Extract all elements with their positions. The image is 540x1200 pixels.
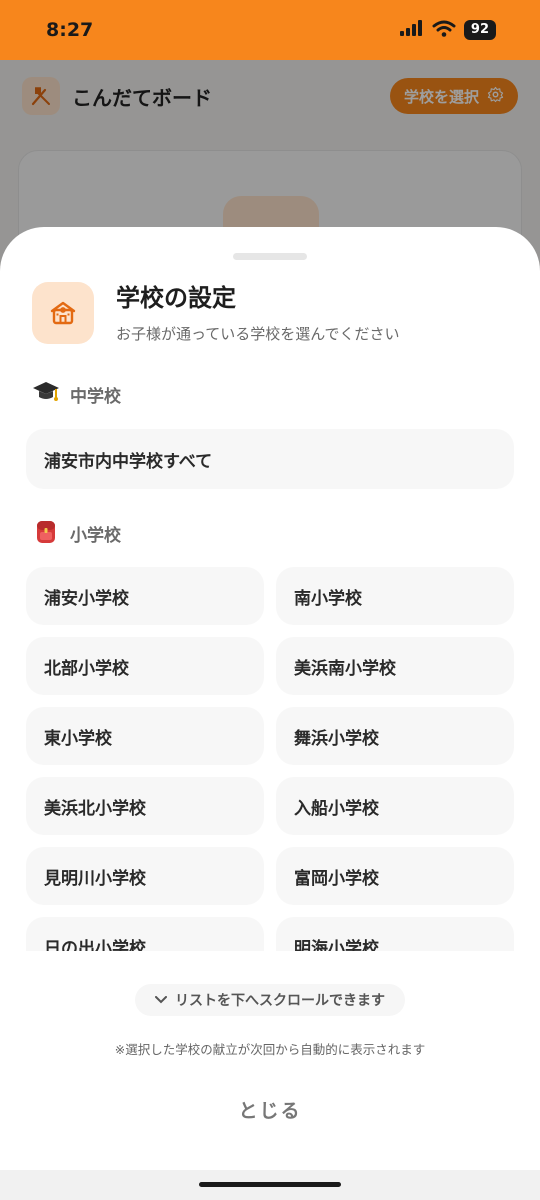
option-label: 美浜北小学校 [44, 798, 146, 819]
option-elementary[interactable]: 入船小学校 [276, 777, 514, 835]
option-label: 入船小学校 [294, 798, 379, 819]
option-label: 舞浜小学校 [294, 728, 379, 749]
option-junior-high-all[interactable]: 浦安市内中学校すべて [26, 429, 514, 489]
section-elementary: 小学校 [32, 517, 121, 550]
option-elementary[interactable]: 東小学校 [26, 707, 264, 765]
option-elementary[interactable]: 明海小学校 [276, 917, 514, 951]
sheet-header: 学校の設定 お子様が通っている学校を選んでください [32, 282, 400, 344]
school-backpack-icon [32, 517, 60, 550]
option-elementary[interactable]: 南小学校 [276, 567, 514, 625]
status-icons: 92 [399, 20, 496, 41]
wifi-icon [432, 20, 456, 41]
graduation-cap-icon [32, 379, 60, 410]
section-junior-high-label: 中学校 [70, 387, 121, 407]
status-bar: 8:27 92 [0, 0, 540, 60]
option-elementary[interactable]: 見明川小学校 [26, 847, 264, 905]
option-label: 北部小学校 [44, 658, 129, 679]
option-label: 浦安小学校 [44, 588, 129, 609]
scroll-hint: リストを下へスクロールできます [135, 984, 405, 1016]
option-label: 日の出小学校 [44, 938, 146, 952]
option-elementary[interactable]: 舞浜小学校 [276, 707, 514, 765]
selection-note: ※選択した学校の献立が次回から自動的に表示されます [114, 1042, 426, 1057]
status-time: 8:27 [46, 19, 94, 41]
section-junior-high: 中学校 [32, 379, 121, 410]
section-elementary-label: 小学校 [70, 526, 121, 546]
signal-icon [399, 20, 424, 40]
option-elementary[interactable]: 富岡小学校 [276, 847, 514, 905]
sheet-grabber[interactable] [233, 253, 307, 260]
option-elementary[interactable]: 美浜南小学校 [276, 637, 514, 695]
school-building-icon [32, 282, 94, 344]
option-elementary[interactable]: 美浜北小学校 [26, 777, 264, 835]
chevron-down-icon [155, 992, 167, 1008]
option-label: 浦安市内中学校すべて [44, 451, 213, 472]
option-elementary[interactable]: 浦安小学校 [26, 567, 264, 625]
sheet-title: 学校の設定 [116, 284, 236, 312]
option-label: 富岡小学校 [294, 868, 379, 889]
sheet-heading: 学校の設定 お子様が通っている学校を選んでください [116, 282, 400, 344]
close-button[interactable]: とじる [200, 1089, 340, 1129]
option-label: 明海小学校 [294, 938, 379, 952]
battery-indicator: 92 [463, 20, 496, 40]
option-label: 見明川小学校 [44, 868, 146, 889]
option-label: 美浜南小学校 [294, 658, 396, 679]
option-elementary[interactable]: 北部小学校 [26, 637, 264, 695]
scroll-hint-text: リストを下へスクロールできます [175, 993, 385, 1009]
option-label: 南小学校 [294, 588, 362, 609]
option-label: 東小学校 [44, 728, 112, 749]
home-indicator[interactable] [199, 1182, 341, 1187]
elementary-list[interactable]: 浦安小学校 南小学校 北部小学校 美浜南小学校 東小学校 舞浜小学校 美浜北小学… [0, 567, 540, 951]
sheet-subtitle: お子様が通っている学校を選んでください [116, 325, 400, 343]
school-settings-sheet: 学校の設定 お子様が通っている学校を選んでください 中学校 浦安市内中学校すべて [0, 227, 540, 1200]
option-elementary[interactable]: 日の出小学校 [26, 917, 264, 951]
